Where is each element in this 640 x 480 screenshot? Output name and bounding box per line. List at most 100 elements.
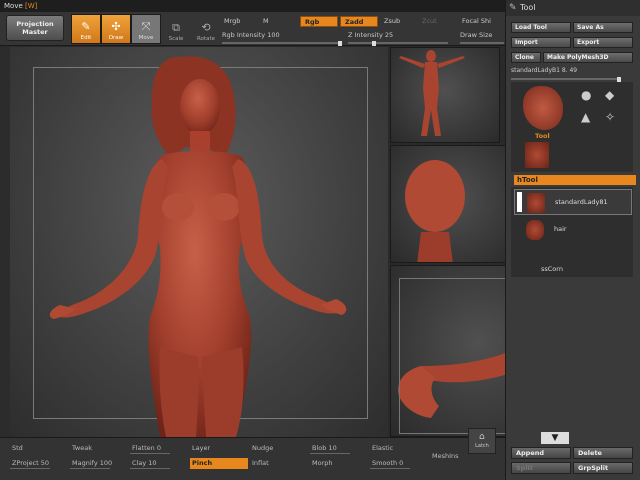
z-intensity-label: Z Intensity <box>348 31 383 39</box>
current-tool-knob[interactable] <box>617 76 621 82</box>
move-button[interactable]: ⤧ Move <box>131 14 161 44</box>
tool-thumb-label: Tool <box>535 132 550 140</box>
wrench-icon: ✎ <box>509 3 517 13</box>
draw-button[interactable]: ✣ Draw <box>101 14 131 44</box>
rgb-toggle[interactable]: Rgb <box>300 16 338 27</box>
move-label: Move <box>138 35 154 41</box>
brush-elastic[interactable]: Elastic <box>370 443 428 454</box>
move-icon: ⤧ <box>141 20 151 33</box>
tool-main-thumbnail[interactable] <box>523 86 563 130</box>
zsub-toggle[interactable]: Zsub <box>380 16 418 27</box>
rgb-intensity-label: Rgb Intensity <box>222 31 266 39</box>
full-body-thumbnail-view[interactable] <box>390 47 500 143</box>
mrgb-toggle[interactable]: Mrgb <box>220 16 260 27</box>
brush-label: Magnify <box>72 459 98 467</box>
subtool-thumb <box>526 220 544 240</box>
current-tool-slider[interactable]: standardLadyB1 8. 49 <box>511 67 633 82</box>
brush-value: 100 <box>99 459 113 467</box>
brush-morph[interactable]: Morph <box>310 458 368 469</box>
z-intensity-knob[interactable] <box>372 40 376 46</box>
append-button[interactable]: Append <box>511 447 571 459</box>
tool-thumb-small[interactable] <box>525 142 549 168</box>
brush-std[interactable]: Std <box>10 443 68 454</box>
rgb-intensity-slider[interactable]: Rgb Intensity 100 <box>222 31 352 46</box>
simplebrush-tool-icon[interactable]: ✧ <box>605 110 615 124</box>
brush-tweak[interactable]: Tweak <box>70 443 128 454</box>
grpsplit-button[interactable]: GrpSplit <box>573 462 633 474</box>
current-tool-value: 8. 49 <box>561 67 578 74</box>
edit-button[interactable]: ✎ Edit <box>71 14 101 44</box>
load-tool-button[interactable]: Load Tool <box>511 22 571 33</box>
tool-palette: ✎ Tool Load Tool Save As Import Export C… <box>505 0 640 480</box>
main-canvas[interactable] <box>10 47 388 437</box>
m-toggle[interactable]: M <box>259 16 299 27</box>
active-tool-name: Move <box>4 2 23 10</box>
brush-smooth[interactable]: Smooth 0 <box>370 458 428 469</box>
brush-zproject[interactable]: ZProject 50 <box>10 458 68 469</box>
rgb-intensity-knob[interactable] <box>338 40 342 46</box>
brush-label: Std <box>12 444 23 452</box>
draw-size-slider[interactable]: Draw Size <box>460 31 505 44</box>
brush-flatten[interactable]: Flatten 0 <box>130 443 188 454</box>
rotate-icon: ⟲ <box>201 21 211 34</box>
brush-magnify[interactable]: Magnify 100 <box>70 458 128 469</box>
make-polymesh-button[interactable]: Make PolyMesh3D <box>543 52 633 63</box>
edit-label: Edit <box>80 35 92 41</box>
scale-button[interactable]: ⧉ Scale <box>161 14 191 44</box>
brush-label: Inflat <box>252 459 269 467</box>
sculpt-figure <box>49 56 347 437</box>
brush-label: ZProject <box>12 459 39 467</box>
draw-icon: ✣ <box>111 20 121 33</box>
latch-label: Latch <box>475 443 489 449</box>
top-toolbar: Projection Master ✎ Edit ✣ Draw ⤧ Move ⧉… <box>0 12 505 46</box>
current-tool-track <box>511 76 621 82</box>
zadd-toggle[interactable]: Zadd <box>340 16 378 27</box>
brush-nudge[interactable]: Nudge <box>250 443 308 454</box>
export-button[interactable]: Export <box>573 37 633 48</box>
sphere-tool-icon[interactable]: ● <box>581 88 591 102</box>
brush-label: Flatten <box>132 444 155 452</box>
draw-size-label: Draw Size <box>460 31 493 39</box>
brush-label: Pinch <box>192 459 213 467</box>
scale-label: Scale <box>168 36 184 42</box>
brush-inflat[interactable]: Inflat <box>250 458 308 469</box>
brush-value: 10 <box>148 459 157 467</box>
rgb-intensity-track <box>222 40 342 46</box>
head-closeup-view[interactable] <box>390 145 516 263</box>
brush-value: 0 <box>399 459 404 467</box>
subtool-visibility[interactable] <box>517 192 522 212</box>
delete-button[interactable]: Delete <box>573 447 633 459</box>
brush-pinch[interactable]: Pinch <box>190 458 248 469</box>
split-button[interactable]: Split <box>511 462 571 474</box>
z-intensity-slider[interactable]: Z Intensity 25 <box>348 31 458 46</box>
rotate-button[interactable]: ⟲ Rotate <box>191 14 221 44</box>
brush-layer[interactable]: Layer <box>190 443 248 454</box>
import-button[interactable]: Import <box>511 37 571 48</box>
subtool-header[interactable]: hTool <box>514 175 636 185</box>
brush-blob[interactable]: Blob 10 <box>310 443 368 454</box>
latch-button[interactable]: ⌂ Latch <box>468 428 496 454</box>
focal-shift-slider[interactable]: Focal Shi <box>458 16 504 27</box>
brush-clay[interactable]: Clay 10 <box>130 458 188 469</box>
full-body-thumbnail <box>399 50 465 136</box>
z-intensity-track <box>348 40 448 46</box>
projection-master-button[interactable]: Projection Master <box>6 15 64 41</box>
save-as-button[interactable]: Save As <box>573 22 633 33</box>
subtool-row-selected[interactable]: standardLady81 <box>514 189 632 215</box>
subtool-name: ssCorn <box>541 265 563 273</box>
active-tool-hotkey: [W] <box>25 2 38 10</box>
meshins-button[interactable]: MeshIns <box>430 451 466 462</box>
polymesh-tool-icon[interactable]: ▲ <box>581 110 590 124</box>
cylinder-tool-icon[interactable]: ◆ <box>605 88 614 102</box>
current-tool-name: standardLadyB1 <box>511 67 560 74</box>
arrow-down-button[interactable]: ▼ <box>541 432 569 444</box>
clone-button[interactable]: Clone <box>511 52 541 63</box>
z-intensity-value: 25 <box>384 31 394 39</box>
brush-label: Blob <box>312 444 327 452</box>
edit-icon: ✎ <box>81 20 91 33</box>
subtool-row[interactable]: hair <box>514 217 632 243</box>
tool-palette-header[interactable]: ✎ Tool <box>506 0 640 16</box>
brush-label: Elastic <box>372 444 394 452</box>
head-closeup <box>405 160 465 262</box>
zcut-toggle[interactable]: Zcut <box>418 16 458 27</box>
